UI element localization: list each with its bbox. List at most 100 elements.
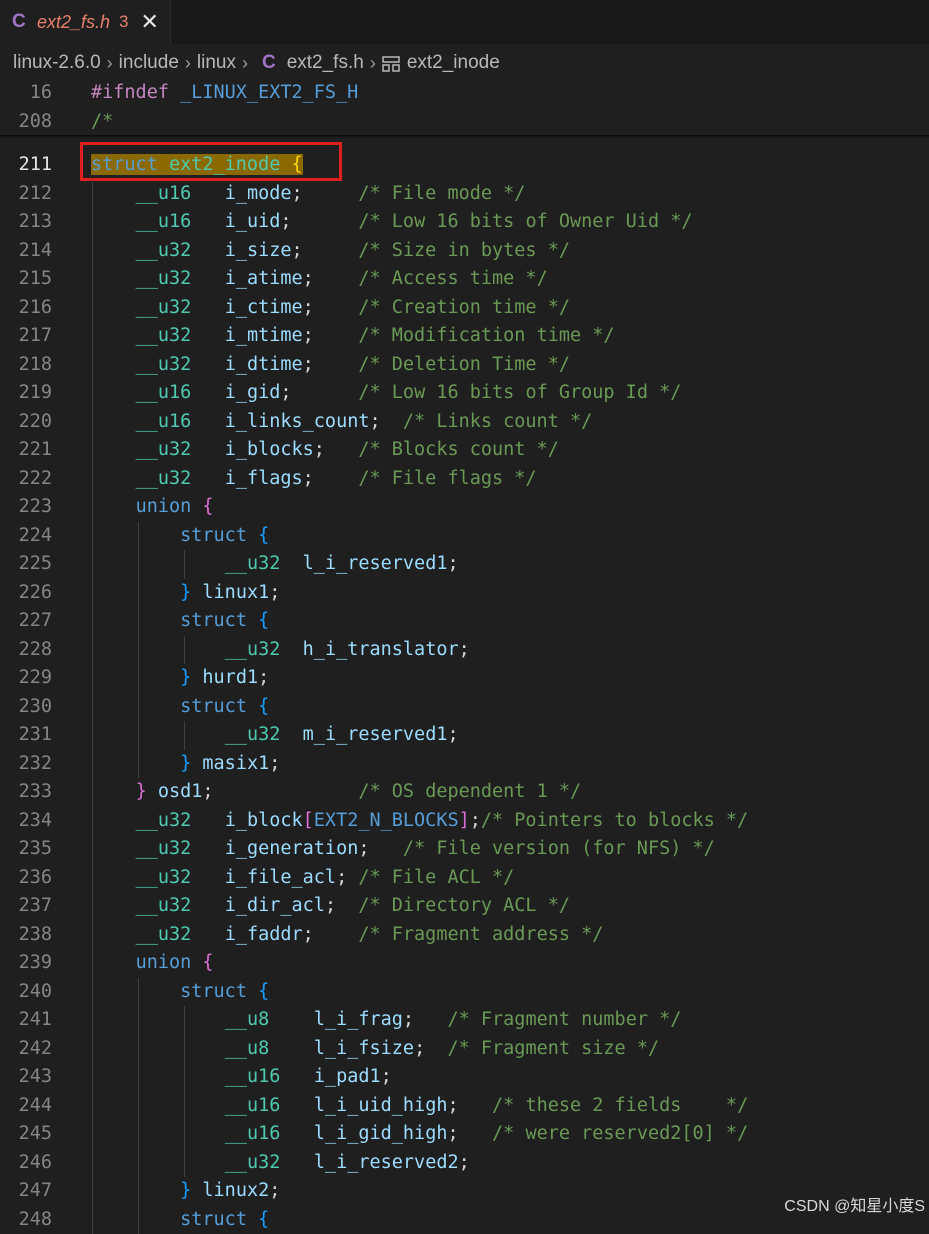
code-text: } masix1; — [91, 750, 280, 779]
code-line[interactable]: 217 __u32 i_mtime; /* Modification time … — [0, 322, 929, 351]
line-number: 239 — [0, 949, 52, 978]
chevron-right-icon: › — [370, 53, 376, 74]
line-number: 223 — [0, 493, 52, 522]
line-number: 220 — [0, 408, 52, 437]
code-line[interactable]: 229 } hurd1; — [0, 664, 929, 693]
code-text: } linux2; — [91, 1177, 280, 1206]
code-line[interactable]: 218 __u32 i_dtime; /* Deletion Time */ — [0, 351, 929, 380]
line-number: 212 — [0, 180, 52, 209]
c-file-icon: C — [12, 11, 30, 33]
line-number: 233 — [0, 778, 52, 807]
line-number: 237 — [0, 892, 52, 921]
code-text: __u16 i_gid; /* Low 16 bits of Group Id … — [91, 379, 681, 408]
sticky-line[interactable]: 208/* — [0, 108, 929, 137]
code-line[interactable]: 212 __u16 i_mode; /* File mode */ — [0, 180, 929, 209]
code-text: } hurd1; — [91, 664, 269, 693]
line-number: 244 — [0, 1092, 52, 1121]
breadcrumb-item-include[interactable]: include — [119, 52, 179, 74]
chevron-right-icon: › — [185, 53, 191, 74]
code-line[interactable]: 232 } masix1; — [0, 750, 929, 779]
indent-guide — [138, 522, 139, 779]
line-number: 236 — [0, 864, 52, 893]
code-line[interactable]: 216 __u32 i_ctime; /* Creation time */ — [0, 294, 929, 323]
breadcrumb-item-file[interactable]: ext2_fs.h — [287, 52, 364, 74]
line-number: 222 — [0, 465, 52, 494]
code-text: #ifndef _LINUX_EXT2_FS_H — [91, 79, 358, 108]
code-line[interactable]: 219 __u16 i_gid; /* Low 16 bits of Group… — [0, 379, 929, 408]
breadcrumb-item-linux[interactable]: linux — [197, 52, 236, 74]
code-text: struct { — [91, 1206, 269, 1234]
close-icon[interactable]: ✕ — [141, 9, 159, 35]
code-text: __u32 i_block[EXT2_N_BLOCKS];/* Pointers… — [91, 807, 748, 836]
line-number: 245 — [0, 1120, 52, 1149]
code-text: } linux1; — [91, 579, 280, 608]
code-line[interactable]: 215 __u32 i_atime; /* Access time */ — [0, 265, 929, 294]
code-line[interactable]: 213 __u16 i_uid; /* Low 16 bits of Owner… — [0, 208, 929, 237]
tab-filename: ext2_fs.h — [37, 12, 110, 33]
code-line[interactable]: 221 __u32 i_blocks; /* Blocks count */ — [0, 436, 929, 465]
line-number: 221 — [0, 436, 52, 465]
code-line[interactable]: 237 __u32 i_dir_acl; /* Directory ACL */ — [0, 892, 929, 921]
breadcrumb-item-linux-2-6-0[interactable]: linux-2.6.0 — [13, 52, 101, 74]
code-line[interactable]: 243 __u16 i_pad1; — [0, 1063, 929, 1092]
code-text: __u32 i_dtime; /* Deletion Time */ — [91, 351, 570, 380]
indent-guide — [138, 978, 139, 1234]
code-line[interactable]: 223 union { — [0, 493, 929, 522]
code-line[interactable]: 236 __u32 i_file_acl; /* File ACL */ — [0, 864, 929, 893]
code-line[interactable]: 226 } linux1; — [0, 579, 929, 608]
line-number: 228 — [0, 636, 52, 665]
code-text: __u16 l_i_uid_high; /* these 2 fields */ — [91, 1092, 748, 1121]
line-number: 247 — [0, 1177, 52, 1206]
line-number: 217 — [0, 322, 52, 351]
code-text: __u32 i_file_acl; /* File ACL */ — [91, 864, 514, 893]
tab-ext2-fs-h[interactable]: C ext2_fs.h 3 ✕ — [0, 0, 171, 44]
code-text: __u32 i_blocks; /* Blocks count */ — [91, 436, 559, 465]
problem-count-badge: 3 — [119, 12, 128, 32]
sticky-line[interactable]: 16#ifndef _LINUX_EXT2_FS_H — [0, 79, 929, 108]
code-line[interactable]: 246 __u32 l_i_reserved2; — [0, 1149, 929, 1178]
code-text: struct { — [91, 978, 269, 1007]
chevron-right-icon: › — [242, 53, 248, 74]
line-number: 242 — [0, 1035, 52, 1064]
line-number: 232 — [0, 750, 52, 779]
code-line[interactable]: 233 } osd1; /* OS dependent 1 */ — [0, 778, 929, 807]
code-line[interactable]: 225 __u32 l_i_reserved1; — [0, 550, 929, 579]
breadcrumb-item-symbol[interactable]: ext2_inode — [407, 52, 500, 74]
code-line[interactable]: 238 __u32 i_faddr; /* Fragment address *… — [0, 921, 929, 950]
line-number: 215 — [0, 265, 52, 294]
code-text: __u8 l_i_frag; /* Fragment number */ — [91, 1006, 681, 1035]
code-line[interactable]: 230 struct { — [0, 693, 929, 722]
code-line[interactable]: 220 __u16 i_links_count; /* Links count … — [0, 408, 929, 437]
indent-guide — [92, 180, 93, 1234]
code-line[interactable]: 224 struct { — [0, 522, 929, 551]
line-number: 218 — [0, 351, 52, 380]
line-number: 238 — [0, 921, 52, 950]
annotation-highlight-box — [80, 142, 342, 181]
code-line[interactable]: 240 struct { — [0, 978, 929, 1007]
code-line[interactable]: 231 __u32 m_i_reserved1; — [0, 721, 929, 750]
code-line[interactable]: 245 __u16 l_i_gid_high; /* were reserved… — [0, 1120, 929, 1149]
code-text: __u32 m_i_reserved1; — [91, 721, 459, 750]
code-text: __u16 l_i_gid_high; /* were reserved2[0]… — [91, 1120, 748, 1149]
code-line[interactable]: 227 struct { — [0, 607, 929, 636]
code-line[interactable]: 242 __u8 l_i_fsize; /* Fragment size */ — [0, 1035, 929, 1064]
code-line[interactable]: 241 __u8 l_i_frag; /* Fragment number */ — [0, 1006, 929, 1035]
code-line[interactable]: 222 __u32 i_flags; /* File flags */ — [0, 465, 929, 494]
code-text: __u32 i_atime; /* Access time */ — [91, 265, 548, 294]
line-number: 240 — [0, 978, 52, 1007]
code-line[interactable]: 234 __u32 i_block[EXT2_N_BLOCKS];/* Poin… — [0, 807, 929, 836]
code-text: union { — [91, 949, 214, 978]
line-number: 246 — [0, 1149, 52, 1178]
code-line[interactable]: 228 __u32 h_i_translator; — [0, 636, 929, 665]
code-text: __u16 i_pad1; — [91, 1063, 392, 1092]
code-line[interactable]: 235 __u32 i_generation; /* File version … — [0, 835, 929, 864]
line-number: 231 — [0, 721, 52, 750]
line-number: 229 — [0, 664, 52, 693]
indent-guide — [184, 1006, 185, 1177]
code-text: __u16 i_uid; /* Low 16 bits of Owner Uid… — [91, 208, 693, 237]
line-number: 216 — [0, 294, 52, 323]
code-text: __u8 l_i_fsize; /* Fragment size */ — [91, 1035, 659, 1064]
code-line[interactable]: 239 union { — [0, 949, 929, 978]
code-line[interactable]: 244 __u16 l_i_uid_high; /* these 2 field… — [0, 1092, 929, 1121]
code-line[interactable]: 214 __u32 i_size; /* Size in bytes */ — [0, 237, 929, 266]
